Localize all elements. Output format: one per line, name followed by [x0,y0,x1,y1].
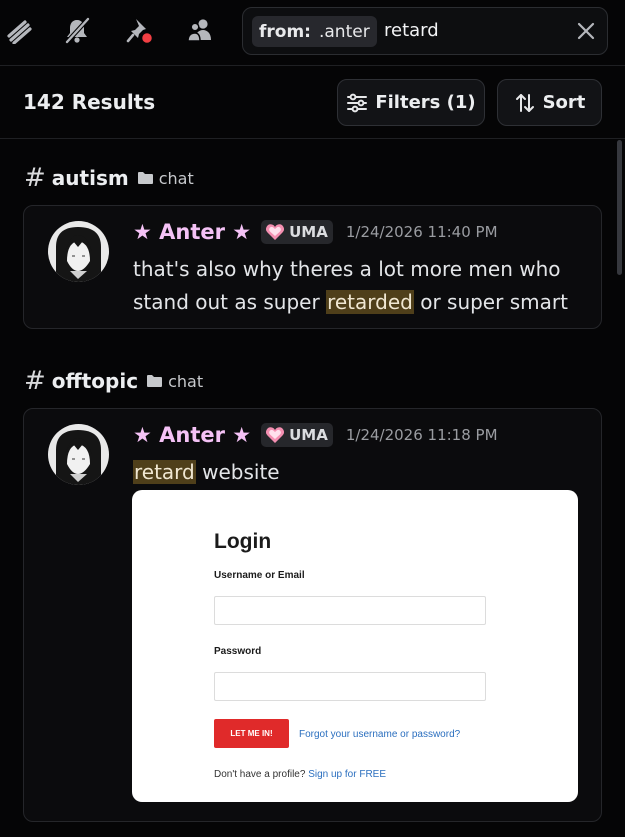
notifications-muted-icon[interactable] [61,14,93,46]
login-title: Login [214,530,272,553]
password-label: Password [214,646,262,657]
search-result-card[interactable]: ★ Anter ★ UMA 1/24/2026 11:40 PM that's … [23,205,602,329]
message-timestamp: 1/24/2026 11:18 PM [345,426,498,444]
channel-header[interactable]: # autism chat [24,163,194,193]
signup-text: Don't have a profile? [214,769,306,780]
sort-arrows-icon [515,93,534,112]
close-icon[interactable] [575,20,597,42]
forgot-password-link: Forgot your username or password? [299,729,461,740]
image-attachment[interactable]: Login Username or Email Password LET ME … [132,490,578,802]
password-field [214,672,486,701]
search-highlight: retarded [326,290,414,314]
sort-button[interactable]: Sort [497,79,602,126]
channel-hash-icon: # [24,163,46,193]
message-text-after: website [195,460,280,484]
search-highlight: retard [133,460,196,484]
author-name[interactable]: ★ Anter ★ [133,220,251,244]
username-label: Username or Email [214,570,305,581]
signup-prompt: Don't have a profile? Sign up for FREE [214,769,386,780]
results-count: 142 Results [23,90,156,114]
channel-name: offtopic [51,369,139,393]
filter-key: from: [259,21,311,42]
user-tag[interactable]: UMA [261,423,333,447]
signup-link: Sign up for FREE [308,769,387,780]
filters-button[interactable]: Filters (1) [337,79,485,126]
author-name[interactable]: ★ Anter ★ [133,423,251,447]
search-filter-chip[interactable]: from: .anter [252,16,377,47]
member-list-icon[interactable] [184,14,216,46]
filter-value: .anter [318,21,370,42]
avatar[interactable] [48,221,109,282]
results-header: 142 Results Filters (1) Sort [0,67,625,139]
category-name: chat [168,371,204,391]
top-bar: from: .anter retard [0,0,625,66]
threads-icon[interactable] [3,14,35,46]
message-meta: ★ Anter ★ UMA 1/24/2026 11:18 PM [133,423,498,447]
message-meta: ★ Anter ★ UMA 1/24/2026 11:40 PM [133,220,498,244]
search-bar[interactable]: from: .anter retard [242,7,608,55]
filters-label: Filters (1) [375,92,476,113]
channel-header[interactable]: # offtopic chat [24,366,203,396]
message-content: retard website [133,456,593,489]
avatar[interactable] [48,424,109,485]
sliders-icon [347,93,368,112]
user-tag-label: UMA [289,426,328,444]
heart-icon [266,427,285,443]
folder-icon [137,172,153,184]
pinned-messages-icon[interactable] [123,14,155,46]
user-tag-label: UMA [289,223,328,241]
scrollbar[interactable] [617,140,622,275]
category-name: chat [158,168,194,188]
folder-icon [147,375,163,387]
message-timestamp: 1/24/2026 11:40 PM [345,223,498,241]
user-tag[interactable]: UMA [261,220,333,244]
message-content: that's also why theres a lot more men wh… [133,253,593,319]
message-text-after: or super smart [413,290,568,314]
channel-name: autism [51,166,129,190]
search-input[interactable]: retard [384,20,439,41]
heart-icon [266,224,285,240]
sort-label: Sort [542,92,586,113]
username-field [214,596,486,625]
login-button: LET ME IN! [214,719,289,748]
search-result-card[interactable]: ★ Anter ★ UMA 1/24/2026 11:18 PM retard … [23,408,602,822]
channel-hash-icon: # [24,366,46,396]
